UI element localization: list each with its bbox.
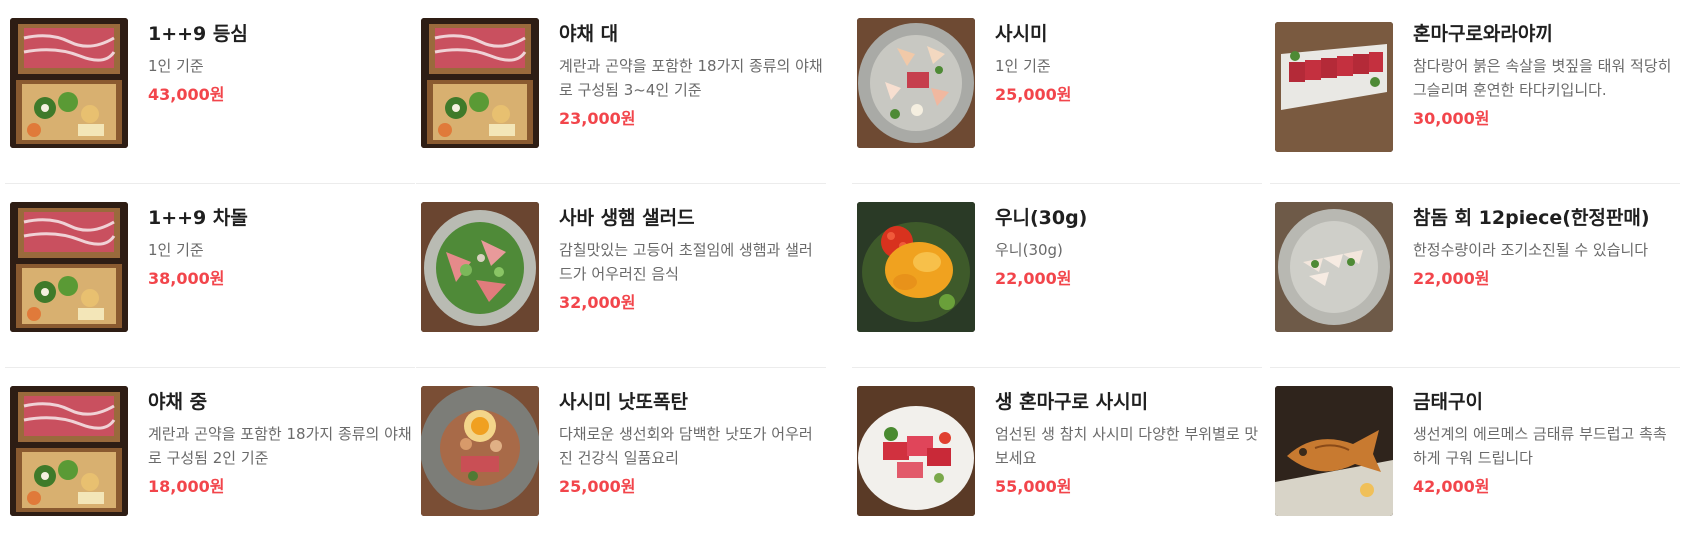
item-price: 30,000원: [1413, 109, 1490, 128]
menu-column-2: 야채 대 계란과 곤약을 포함한 18가지 종류의 야채로 구성됨 3~4인 기…: [416, 0, 826, 552]
item-price: 25,000원: [995, 85, 1072, 104]
tuna-plate-image[interactable]: [857, 386, 975, 516]
item-description: 생선계의 에르메스 금태류 부드럽고 촉촉하게 구워 드립니다: [1413, 425, 1667, 467]
item-description: 우니(30g): [995, 241, 1063, 259]
item-price: 55,000원: [995, 477, 1072, 496]
item-price: 25,000원: [559, 477, 636, 496]
menu-item[interactable]: 사시미 낫또폭탄 다채로운 생선회와 담백한 낫또가 어우러진 건강식 일품요리…: [416, 368, 826, 552]
item-name: 우니(30g): [995, 207, 1088, 229]
item-description: 다채로운 생선회와 담백한 낫또가 어우러진 건강식 일품요리: [559, 425, 813, 467]
menu-item[interactable]: 우니(30g) 우니(30g) 22,000원: [852, 184, 1262, 368]
item-description: 감칠맛있는 고등어 초절임에 생햄과 샐러드가 어우러진 음식: [559, 241, 813, 283]
item-description: 계란과 곤약을 포함한 18가지 종류의 야채로 구성됨 3~4인 기준: [559, 57, 823, 99]
item-description: 1인 기준: [995, 57, 1051, 75]
uni-dish-image[interactable]: [857, 202, 975, 332]
menu-column-4: 혼마구로와라야끼 참다랑어 붉은 속살을 볏짚을 태워 적당히 그슬리며 훈연한…: [1270, 0, 1680, 552]
item-name: 야채 대: [559, 23, 619, 45]
item-price: 43,000원: [148, 85, 225, 104]
menu-item[interactable]: 1++9 등심 1인 기준 43,000원: [5, 0, 415, 184]
item-price: 38,000원: [148, 269, 225, 288]
item-price: 42,000원: [1413, 477, 1490, 496]
item-name: 참돔 회 12piece(한정판매): [1413, 207, 1650, 229]
item-name: 사시미: [995, 23, 1048, 45]
item-name: 사바 생햄 샐러드: [559, 207, 695, 229]
menu-item[interactable]: 생 혼마구로 사시미 엄선된 생 참치 사시미 다양한 부위별로 맛보세요 55…: [852, 368, 1262, 552]
menu-column-3: 사시미 1인 기준 25,000원 우니(30g) 우니(30g) 22,000…: [852, 0, 1262, 552]
item-name: 금태구이: [1413, 391, 1483, 413]
item-description: 1인 기준: [148, 241, 204, 259]
menu-column-1: 1++9 등심 1인 기준 43,000원 1++9 차돌 1인 기준 38,0…: [5, 0, 415, 552]
item-description: 엄선된 생 참치 사시미 다양한 부위별로 맛보세요: [995, 425, 1259, 467]
item-description: 계란과 곤약을 포함한 18가지 종류의 야채로 구성됨 2인 기준: [148, 425, 412, 467]
item-price: 18,000원: [148, 477, 225, 496]
item-description: 한정수량이라 조기소진될 수 있습니다: [1413, 241, 1649, 259]
menu-item[interactable]: 사시미 1인 기준 25,000원: [852, 0, 1262, 184]
salad-plate-image[interactable]: [421, 202, 539, 332]
item-name: 1++9 차돌: [148, 207, 248, 229]
beef-box-image[interactable]: [10, 386, 128, 516]
item-name: 생 혼마구로 사시미: [995, 391, 1149, 413]
item-name: 1++9 등심: [148, 23, 248, 45]
item-price: 22,000원: [1413, 269, 1490, 288]
sashimi-plate-image[interactable]: [857, 18, 975, 148]
beef-box-image[interactable]: [421, 18, 539, 148]
snapper-plate-image[interactable]: [1275, 202, 1393, 332]
natto-plate-image[interactable]: [421, 386, 539, 516]
item-price: 23,000원: [559, 109, 636, 128]
item-description: 참다랑어 붉은 속살을 볏짚을 태워 적당히 그슬리며 훈연한 타다키입니다.: [1413, 57, 1672, 99]
item-price: 22,000원: [995, 269, 1072, 288]
item-description: 1인 기준: [148, 57, 204, 75]
beef-box-image[interactable]: [10, 202, 128, 332]
tataki-plate-image[interactable]: [1275, 22, 1393, 152]
item-price: 32,000원: [559, 293, 636, 312]
item-name: 혼마구로와라야끼: [1413, 23, 1553, 45]
menu-grid: 1++9 등심 1인 기준 43,000원 1++9 차돌 1인 기준 38,0…: [0, 0, 1706, 540]
item-name: 사시미 낫또폭탄: [559, 391, 688, 413]
menu-item[interactable]: 1++9 차돌 1인 기준 38,000원: [5, 184, 415, 368]
grilled-fish-image[interactable]: [1275, 386, 1393, 516]
menu-item[interactable]: 혼마구로와라야끼 참다랑어 붉은 속살을 볏짚을 태워 적당히 그슬리며 훈연한…: [1270, 0, 1680, 184]
menu-item[interactable]: 참돔 회 12piece(한정판매) 한정수량이라 조기소진될 수 있습니다 2…: [1270, 184, 1680, 368]
menu-item[interactable]: 야채 중 계란과 곤약을 포함한 18가지 종류의 야채로 구성됨 2인 기준 …: [5, 368, 415, 552]
menu-item[interactable]: 금태구이 생선계의 에르메스 금태류 부드럽고 촉촉하게 구워 드립니다 42,…: [1270, 368, 1680, 552]
menu-item[interactable]: 야채 대 계란과 곤약을 포함한 18가지 종류의 야채로 구성됨 3~4인 기…: [416, 0, 826, 184]
beef-box-image[interactable]: [10, 18, 128, 148]
menu-item[interactable]: 사바 생햄 샐러드 감칠맛있는 고등어 초절임에 생햄과 샐러드가 어우러진 음…: [416, 184, 826, 368]
item-name: 야채 중: [148, 391, 208, 413]
